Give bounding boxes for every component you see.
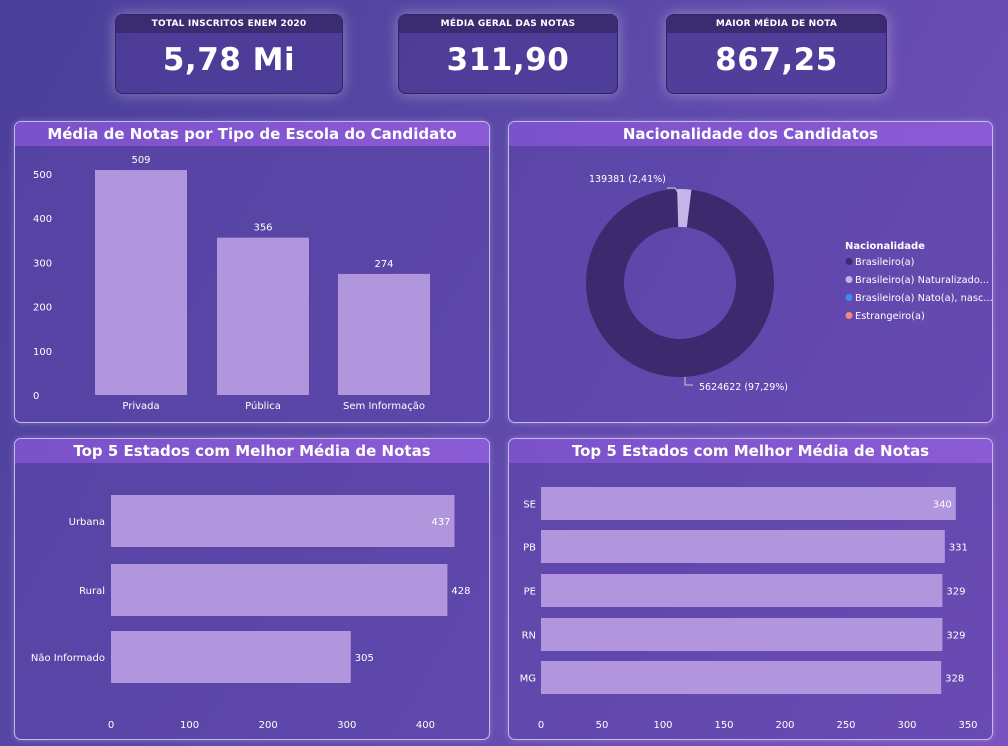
x-tick-label: 200 [259,720,278,731]
legend-item: Estrangeiro(a) [855,311,925,322]
legend-swatch [845,312,853,319]
y-tick-label: 400 [33,214,52,225]
x-tick-label: 0 [538,720,544,731]
hbar-chart-estados: SE 340 PB 331 PE 329 RN 329 MG 328 0 50 100 150 200 250… [520,487,978,731]
bar [541,530,945,563]
leader-line [684,377,693,386]
bar [111,564,448,616]
kpi-media-geral: MÉDIA GERAL DAS NOTAS 311,90 [398,14,618,94]
kpi-label: MÉDIA GERAL DAS NOTAS [399,15,617,33]
kpi-total-inscritos: TOTAL INSCRITOS ENEM 2020 5,78 Mi [115,14,343,94]
kpi-label: MAIOR MÉDIA DE NOTA [667,15,886,33]
x-tick-label: 400 [416,720,435,731]
x-tick-label: 50 [596,720,609,731]
chart-card-localizacao[interactable]: Top 5 Estados com Melhor Média de Notas … [14,438,490,740]
bar [217,237,309,395]
y-tick-label: 300 [33,258,52,269]
bar [111,631,351,683]
x-tick-label: Pública [245,400,281,412]
donut-chart-nacionalidade: 139381 (2,41%) 5624622 (97,29%) Nacionalid… [586,174,992,393]
chart-card-nacionalidade[interactable]: Nacionalidade dos Candidatos 139381 (2,4… [508,121,993,423]
x-tick-label: 0 [108,720,114,731]
y-tick-label: MG [520,674,536,685]
x-tick-label: 100 [180,720,199,731]
data-label: 340 [933,500,952,511]
legend-item: Brasileiro(a) [855,257,915,268]
data-label: 329 [946,631,965,642]
y-tick-label: SE [523,500,536,511]
kpi-maior-media: MAIOR MÉDIA DE NOTA 867,25 [666,14,887,94]
data-label: 305 [355,653,374,664]
x-tick-label: Privada [122,401,159,412]
data-label: 356 [253,223,272,234]
x-tick-label: Sem Informação [343,401,425,412]
x-tick-label: 200 [775,720,794,731]
y-tick-label: Urbana [69,517,105,528]
kpi-value: 867,25 [715,42,838,78]
bar [541,487,956,520]
bar [95,170,187,395]
bar [338,273,430,395]
y-tick-label: 100 [33,347,52,358]
legend-item: Brasileiro(a) Nato(a), nasc... [855,293,992,304]
kpi-value: 5,78 Mi [162,42,296,78]
x-tick-label: 100 [653,720,672,731]
y-tick-label: 200 [33,303,52,314]
bar [541,661,942,694]
kpi-value: 311,90 [446,42,570,78]
legend-title: Nacionalidade [845,241,925,252]
y-tick-label: RN [522,631,536,642]
y-tick-label: PB [523,543,536,554]
data-label: 274 [374,259,393,270]
data-label: 437 [431,517,450,528]
x-tick-label: 300 [897,720,916,731]
data-label: 329 [946,587,965,598]
legend-swatch [845,294,853,301]
chart-card-escola[interactable]: Média de Notas por Tipo de Escola do Can… [14,121,490,423]
x-tick-label: 350 [958,720,977,731]
bar-chart-escola: 0 100 200 300 400 500 509 Privada 356 Pública 274 S… [33,155,430,412]
legend-swatch [845,258,853,265]
bar [111,495,455,547]
y-tick-label: Não Informado [31,653,105,664]
data-label: 5624622 (97,29%) [699,382,788,393]
legend-item: Brasileiro(a) Naturalizado... [855,275,989,286]
x-tick-label: 150 [714,720,733,731]
y-tick-label: Rural [79,586,105,597]
bar [541,574,943,607]
data-label: 331 [949,543,968,554]
data-label: 328 [945,674,964,685]
x-tick-label: 300 [337,720,356,731]
bar [541,618,943,651]
y-tick-label: PE [524,587,536,598]
legend-swatch [845,276,853,283]
chart-card-estados[interactable]: Top 5 Estados com Melhor Média de Notas … [508,438,993,740]
x-tick-label: 250 [836,720,855,731]
data-label: 509 [131,155,150,166]
hbar-chart-localizacao: Urbana 437 Rural 428 Não Informado 305 0 100 200… [31,495,471,731]
y-tick-label: 0 [33,391,39,402]
y-tick-label: 500 [33,170,52,181]
data-label: 428 [451,586,470,597]
data-label: 139381 (2,41%) [589,174,666,185]
kpi-label: TOTAL INSCRITOS ENEM 2020 [116,15,342,33]
